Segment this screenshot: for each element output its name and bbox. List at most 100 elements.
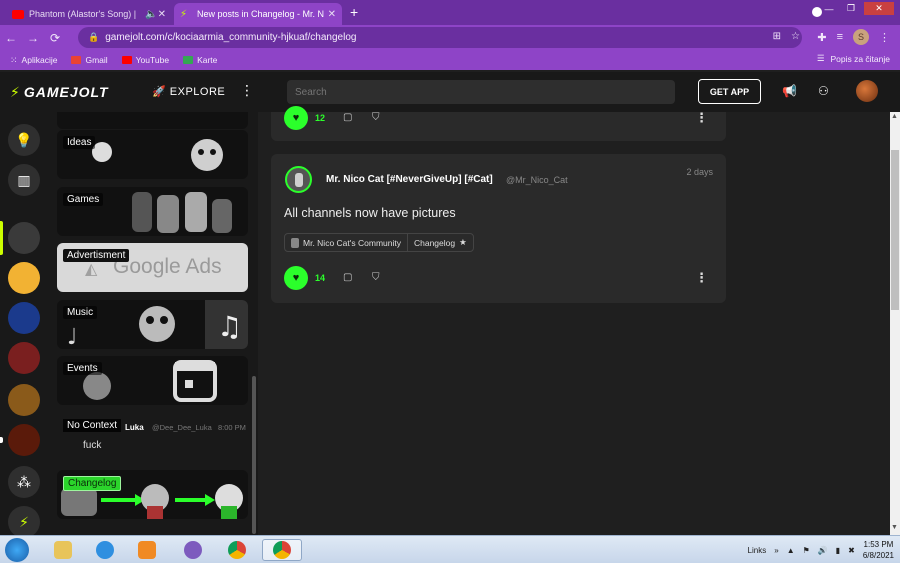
links-toolbar[interactable]: Links xyxy=(748,546,767,555)
bookmark-youtube[interactable]: YouTube xyxy=(121,55,169,65)
tab-youtube[interactable]: Phantom (Alastor's Song) | H 🔈 ✕ xyxy=(6,3,172,25)
community-tag[interactable]: Mr. Nico Cat's Community xyxy=(285,234,407,251)
search-input[interactable] xyxy=(287,80,675,104)
menu-kebab-icon[interactable]: ⋮ xyxy=(879,31,890,44)
channel-tag[interactable]: Changelog ★ xyxy=(406,234,473,251)
forward-arrow-icon[interactable]: → xyxy=(22,31,44,45)
community-avatar[interactable]: ⁂ xyxy=(8,466,40,498)
taskbar-explorer[interactable] xyxy=(46,539,80,561)
toolbar-right: ✚ ≡ S ⋮ xyxy=(817,29,890,45)
channel-list: Ideas Games Google Ads ◭ Advertisment ♫ ♩… xyxy=(48,112,258,535)
explore-link[interactable]: 🚀 EXPLORE xyxy=(152,85,225,98)
taskbar-media[interactable] xyxy=(130,539,164,561)
tray-expand-icon[interactable]: » xyxy=(774,546,778,555)
bookmark-aplikacije[interactable]: ⁙ Aplikacije xyxy=(10,55,57,66)
screen: Phantom (Alastor's Song) | H 🔈 ✕ ⚡ New p… xyxy=(0,0,900,563)
channel-music[interactable]: ♫ ♩ Music xyxy=(57,300,248,349)
tab-close-icon[interactable]: ✕ xyxy=(158,9,166,20)
post-options-icon[interactable]: ⋮ xyxy=(695,270,708,286)
translate-icon[interactable]: ⊞ xyxy=(773,31,781,42)
channel-scrollbar[interactable] xyxy=(252,376,256,534)
sticker-icon[interactable]: ⛉ xyxy=(372,272,380,283)
channel-no-context[interactable]: No Context Luka @Dee_Dee_Luka 8:00 PM fu… xyxy=(57,413,248,462)
rail-library-icon[interactable]: ▥ xyxy=(8,164,40,196)
show-hidden-icon[interactable]: ▲ xyxy=(787,546,795,555)
heart-icon: ♥ xyxy=(292,272,300,284)
bookmark-karte[interactable]: Karte xyxy=(183,55,217,65)
clock[interactable]: 1:53 PM 6/8/2021 xyxy=(863,539,894,561)
bookmark-label: Gmail xyxy=(85,55,108,65)
unread-indicator xyxy=(0,437,3,443)
community-avatar[interactable] xyxy=(8,262,40,294)
community-rail: 💡 ▥ ⁂ ⚡ xyxy=(0,112,48,538)
tab-title: Phantom (Alastor's Song) | H xyxy=(29,9,140,19)
alert-icon[interactable]: ✖ xyxy=(848,546,855,555)
lock-icon[interactable]: 🔒 xyxy=(88,32,99,43)
comment-icon[interactable]: ▢ xyxy=(343,272,352,283)
sticker-icon[interactable]: ⛉ xyxy=(372,112,380,123)
reading-mode-icon[interactable]: ≡ xyxy=(837,31,843,43)
rail-lightbulb-icon[interactable]: 💡 xyxy=(8,124,40,156)
rail-gamejolt-icon[interactable]: ⚡ xyxy=(8,506,40,538)
tab-close-icon[interactable]: ✕ xyxy=(328,9,336,20)
extensions-icon[interactable]: ✚ xyxy=(817,31,826,44)
network-icon[interactable]: ▮ xyxy=(836,546,840,555)
author-handle[interactable]: @Mr_Nico_Cat xyxy=(506,175,568,185)
restore-icon[interactable]: ❐ xyxy=(842,2,860,15)
community-avatar[interactable] xyxy=(8,302,40,334)
volume-icon[interactable]: 🔈 xyxy=(145,9,157,20)
channel-label: Games xyxy=(63,193,104,206)
reload-icon[interactable]: ⟳ xyxy=(44,31,66,45)
channel-advertisment[interactable]: Google Ads ◭ Advertisment xyxy=(57,243,248,292)
author-avatar[interactable] xyxy=(285,166,312,193)
like-button[interactable]: ♥ xyxy=(284,106,308,130)
like-button[interactable]: ♥ xyxy=(284,266,308,290)
post-options-icon[interactable]: ⋮ xyxy=(695,110,708,126)
taskbar-viber[interactable] xyxy=(176,539,210,561)
taskbar-chrome[interactable] xyxy=(220,539,254,561)
minimize-icon[interactable]: — xyxy=(820,2,838,15)
tab-gamejolt[interactable]: ⚡ New posts in Changelog - Mr. N ✕ xyxy=(174,3,342,25)
bookmark-label: Aplikacije xyxy=(21,55,58,65)
gamejolt-logo[interactable]: ⚡ GAMEJOLT xyxy=(10,84,109,101)
post-time[interactable]: 2 days xyxy=(686,167,713,177)
bookmark-star-icon[interactable]: ☆ xyxy=(791,31,800,42)
new-tab-plus-icon[interactable]: + xyxy=(350,4,358,20)
channel-ideas[interactable]: Ideas xyxy=(57,130,248,179)
channel-games[interactable]: Games xyxy=(57,187,248,236)
bookmark-gmail[interactable]: Gmail xyxy=(71,55,108,65)
community-avatar[interactable] xyxy=(8,222,40,254)
community-avatar[interactable] xyxy=(8,342,40,374)
author-name[interactable]: Mr. Nico Cat [#NeverGiveUp] [#Cat] xyxy=(326,174,493,185)
bolt-icon: ⚡ xyxy=(10,84,21,100)
megaphone-icon[interactable]: 📢 xyxy=(782,84,797,98)
get-app-button[interactable]: GET APP xyxy=(698,79,761,104)
window-close-icon[interactable]: ✕ xyxy=(864,2,894,15)
post-card: Mr. Nico Cat [#NeverGiveUp] [#Cat] @Mr_N… xyxy=(271,154,726,303)
scroll-down-icon[interactable]: ▼ xyxy=(891,524,898,531)
friends-icon[interactable]: ⚇ xyxy=(818,84,829,98)
channel-previous[interactable] xyxy=(57,112,248,129)
scroll-up-icon[interactable]: ▲ xyxy=(891,113,898,120)
comment-icon[interactable]: ▢ xyxy=(343,112,352,123)
taskbar-chrome-profile[interactable] xyxy=(262,539,302,561)
channel-changelog[interactable]: Changelog xyxy=(57,470,248,519)
user-avatar[interactable] xyxy=(856,80,878,102)
flag-icon[interactable]: ⚑ xyxy=(803,546,810,555)
address-bar[interactable]: 🔒 gamejolt.com/c/kociaarmia_community-hj… xyxy=(78,27,802,48)
reading-list-label: Popis za čitanje xyxy=(830,53,890,64)
taskbar-ie[interactable] xyxy=(88,539,122,561)
community-avatar[interactable] xyxy=(8,424,40,456)
reading-list[interactable]: ☰ Popis za čitanje xyxy=(817,53,890,64)
channel-events[interactable]: Events xyxy=(57,356,248,405)
community-avatar[interactable] xyxy=(8,384,40,416)
page-scrollbar[interactable]: ▲ ▼ xyxy=(890,112,900,535)
start-button[interactable] xyxy=(5,538,29,562)
speaker-icon[interactable]: 🔊 xyxy=(818,546,828,555)
back-arrow-icon[interactable]: ← xyxy=(0,31,22,45)
channel-label: Events xyxy=(63,362,102,375)
gamejolt-navbar: ⚡GAMEJOLT 🚀 EXPLORE ⋮ GET APP 📢 ⚇ xyxy=(0,72,900,112)
more-kebab-icon[interactable]: ⋮ xyxy=(240,82,254,99)
scroll-thumb[interactable] xyxy=(891,150,899,310)
profile-avatar[interactable]: S xyxy=(853,29,869,45)
